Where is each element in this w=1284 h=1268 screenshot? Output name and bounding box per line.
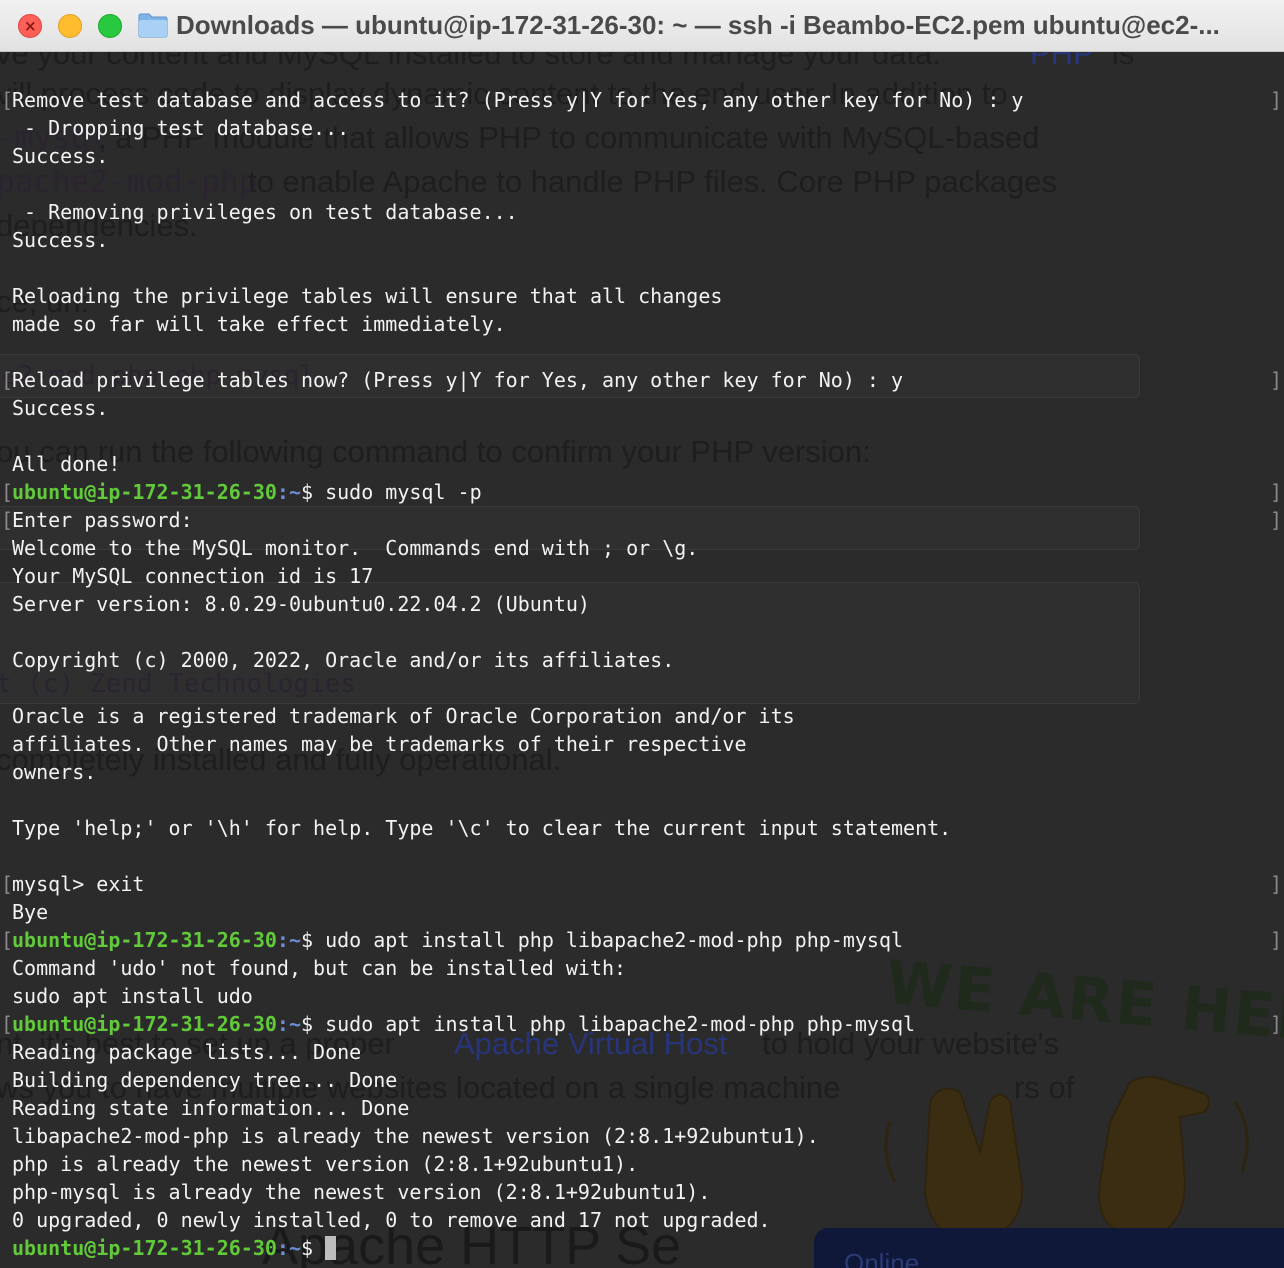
folder-icon: [138, 13, 168, 38]
bg-link: PHP: [1030, 52, 1094, 71]
prompt-path: :~: [276, 480, 301, 504]
terminal-window: × Downloads — ubuntu@ip-172-31-26-30: ~ …: [0, 0, 1284, 1268]
output-line: All done!: [12, 452, 121, 476]
output-line: Server version: 8.0.29-0ubuntu0.22.04.2 …: [12, 592, 590, 616]
output-line: Type 'help;' or '\h' for help. Type '\c'…: [12, 816, 952, 840]
output-line: Reading package lists... Done: [12, 1040, 362, 1064]
prompt-command: $ udo apt install php libapache2-mod-php…: [301, 928, 904, 952]
line-marker-left: [: [1, 928, 14, 952]
zoom-button[interactable]: [98, 14, 122, 38]
prompt-user-host: ubuntu@ip-172-31-26-30: [12, 928, 277, 952]
output-line: sudo apt install udo: [12, 984, 253, 1008]
prompt-line: ubuntu@ip-172-31-26-30:~$ sudo mysql -p: [12, 478, 1023, 506]
prompt-user-host: ubuntu@ip-172-31-26-30: [12, 1236, 277, 1260]
text-cursor: [325, 1236, 337, 1260]
output-line: Welcome to the MySQL monitor. Commands e…: [12, 536, 699, 560]
output-line: libapache2-mod-php is already the newest…: [12, 1124, 819, 1148]
prompt-user-host: ubuntu@ip-172-31-26-30: [12, 1012, 277, 1036]
output-line: Copyright (c) 2000, 2022, Oracle and/or …: [12, 648, 675, 672]
output-line: Enter password:: [12, 508, 193, 532]
close-button[interactable]: ×: [18, 14, 42, 38]
output-line: Bye: [12, 900, 49, 924]
terminal-output[interactable]: Remove test database and access to it? (…: [12, 86, 1023, 1262]
output-line: Success.: [12, 144, 109, 168]
title-bar: × Downloads — ubuntu@ip-172-31-26-30: ~ …: [0, 0, 1284, 52]
line-marker-left: [: [1, 1012, 14, 1036]
output-line: Success.: [12, 396, 109, 420]
line-marker-left: [: [1, 88, 14, 112]
line-marker-right: ]: [1270, 480, 1283, 504]
line-marker-left: [: [1, 508, 14, 532]
prompt-line: ubuntu@ip-172-31-26-30:~$ sudo apt insta…: [12, 1010, 1023, 1038]
output-line: affiliates. Other names may be trademark…: [12, 732, 747, 756]
prompt-path: :~: [276, 928, 301, 952]
line-marker-left: [: [1, 368, 14, 392]
output-line: Remove test database and access to it? (…: [12, 88, 1024, 112]
output-line: Command 'udo' not found, but can be inst…: [12, 956, 627, 980]
prompt-path: :~: [276, 1012, 301, 1036]
output-line: - Removing privileges on test database..…: [12, 200, 518, 224]
prompt-command: $: [301, 1236, 326, 1260]
output-line: mysql> exit: [12, 872, 145, 896]
line-marker-left: [: [1, 480, 14, 504]
output-line: Your MySQL connection id is 17: [12, 564, 374, 588]
line-marker-right: ]: [1270, 508, 1283, 532]
window-title: Downloads — ubuntu@ip-172-31-26-30: ~ — …: [176, 10, 1220, 40]
output-line: Oracle is a registered trademark of Orac…: [12, 704, 795, 728]
line-marker-right: ]: [1270, 1012, 1283, 1036]
line-marker-right: ]: [1270, 368, 1283, 392]
output-line: 0 upgraded, 0 newly installed, 0 to remo…: [12, 1208, 771, 1232]
minimize-button[interactable]: [58, 14, 82, 38]
close-icon: ×: [24, 17, 37, 35]
output-line: Reload privilege tables now? (Press y|Y …: [12, 368, 904, 392]
prompt-user-host: ubuntu@ip-172-31-26-30: [12, 480, 277, 504]
prompt-command: $ sudo mysql -p: [301, 480, 482, 504]
output-line: Reloading the privilege tables will ensu…: [12, 284, 723, 308]
line-marker-right: ]: [1270, 928, 1283, 952]
output-line: php-mysql is already the newest version …: [12, 1180, 711, 1204]
output-line: owners.: [12, 760, 97, 784]
prompt-line: ubuntu@ip-172-31-26-30:~$ udo apt instal…: [12, 926, 1023, 954]
prompt-line: ubuntu@ip-172-31-26-30:~$: [12, 1234, 1023, 1262]
prompt-path: :~: [276, 1236, 301, 1260]
output-line: Building dependency tree... Done: [12, 1068, 398, 1092]
output-line: Success.: [12, 228, 109, 252]
bg-line: is: [1112, 52, 1135, 71]
output-line: php is already the newest version (2:8.1…: [12, 1152, 639, 1176]
bg-line: ve your content and MySQL installed to s…: [0, 52, 941, 71]
line-marker-left: [: [1, 872, 14, 896]
output-line: Reading state information... Done: [12, 1096, 410, 1120]
output-line: made so far will take effect immediately…: [12, 312, 506, 336]
prompt-command: $ sudo apt install php libapache2-mod-ph…: [301, 1012, 916, 1036]
line-marker-right: ]: [1270, 88, 1283, 112]
output-line: - Dropping test database...: [12, 116, 350, 140]
line-marker-right: ]: [1270, 872, 1283, 896]
